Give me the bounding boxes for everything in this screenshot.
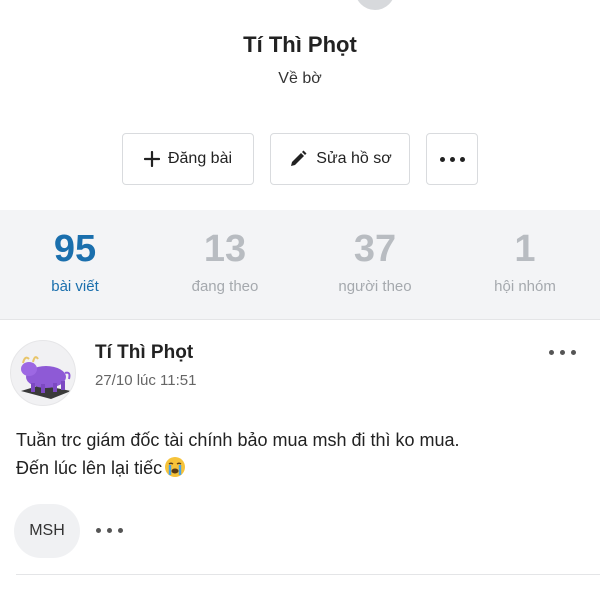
post-timestamp: 27/10 lúc 11:51 xyxy=(95,372,197,389)
stat-followers-value: 37 xyxy=(353,228,397,270)
profile-avatar[interactable] xyxy=(355,0,395,10)
stat-followers-label: người theo xyxy=(338,278,412,295)
profile-actions: Đăng bài Sửa hồ sơ xyxy=(122,133,478,185)
create-post-button[interactable]: Đăng bài xyxy=(122,133,254,185)
post-more-icon[interactable] xyxy=(549,350,576,355)
post-author-name[interactable]: Tí Thì Phọt xyxy=(95,342,193,364)
profile-bio: Về bờ xyxy=(278,70,322,87)
tag-more-icon[interactable] xyxy=(96,528,123,533)
post-content: Tuần trc giám đốc tài chính bảo mua msh … xyxy=(16,426,576,482)
post-content-line-1: Tuần trc giám đốc tài chính bảo mua msh … xyxy=(16,430,460,450)
stat-posts-label: bài viết xyxy=(51,278,99,295)
more-dots-icon xyxy=(439,156,465,162)
create-post-label: Đăng bài xyxy=(167,150,233,167)
post-content-line-2: Đến lúc lên lại tiếc xyxy=(16,458,163,478)
stat-following[interactable]: 13 đang theo xyxy=(150,210,300,319)
edit-profile-label: Sửa hồ sơ xyxy=(316,150,392,167)
post-content-line-2-wrapper: Đến lúc lên lại tiếc xyxy=(16,454,576,482)
edit-profile-button[interactable]: Sửa hồ sơ xyxy=(270,133,410,185)
crying-face-icon xyxy=(164,456,186,478)
profile-name: Tí Thì Phọt xyxy=(243,32,357,57)
stat-groups-label: hội nhóm xyxy=(494,278,556,295)
bull-avatar-icon xyxy=(21,356,71,399)
plus-icon xyxy=(143,151,160,167)
stat-followers[interactable]: 37 người theo xyxy=(300,210,450,319)
stat-posts-value: 95 xyxy=(53,228,97,270)
stat-following-label: đang theo xyxy=(191,278,259,295)
stock-tag[interactable]: MSH xyxy=(14,504,80,558)
post-card: Tí Thì Phọt 27/10 lúc 11:51 Tuần trc giá… xyxy=(0,322,600,600)
post-author-avatar[interactable] xyxy=(10,340,76,406)
more-options-button[interactable] xyxy=(426,133,478,185)
profile-stats: 95 bài viết 13 đang theo 37 người theo 1… xyxy=(0,210,600,320)
pencil-icon xyxy=(288,149,308,169)
stat-posts[interactable]: 95 bài viết xyxy=(0,210,150,319)
post-divider xyxy=(16,574,600,575)
stat-groups-value: 1 xyxy=(514,228,536,270)
stat-following-value: 13 xyxy=(203,228,247,270)
stat-groups[interactable]: 1 hội nhóm xyxy=(450,210,600,319)
